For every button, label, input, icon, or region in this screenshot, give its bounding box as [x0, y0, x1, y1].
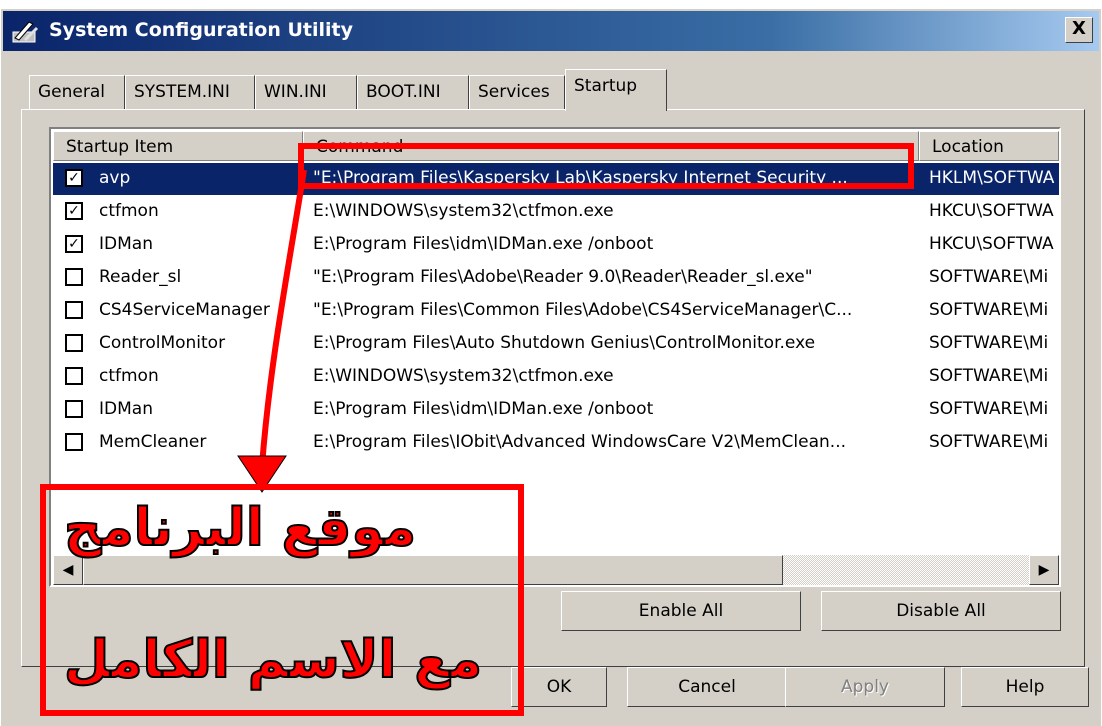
command-highlight-box [298, 143, 914, 189]
startup-item-name: ControlMonitor [99, 333, 226, 353]
location-text: SOFTWARE\Mi [929, 432, 1049, 452]
startup-item-name: avp [99, 168, 131, 188]
tab-system-ini[interactable]: SYSTEM.INI [125, 75, 255, 109]
title-bar[interactable]: System Configuration Utility X [3, 11, 1099, 51]
command-text: E:\Program Files\idm\IDMan.exe /onboot [313, 234, 654, 254]
checkbox[interactable] [65, 301, 83, 319]
apply-button[interactable]: Apply [785, 667, 945, 707]
location-text: SOFTWARE\Mi [929, 399, 1049, 419]
window-title: System Configuration Utility [49, 19, 353, 41]
checkbox[interactable] [65, 433, 83, 451]
command-text: E:\Program Files\Auto Shutdown Genius\Co… [313, 333, 816, 353]
location-text: HKCU\SOFTWA [929, 234, 1054, 254]
command-text: E:\WINDOWS\system32\ctfmon.exe [313, 366, 614, 386]
command-text: E:\Program Files\IObit\Advanced WindowsC… [313, 432, 847, 452]
table-row[interactable]: CS4ServiceManager "E:\Program Files\Commo… [53, 295, 1059, 327]
command-text: E:\WINDOWS\system32\ctfmon.exe [313, 201, 614, 221]
checkbox[interactable] [65, 367, 83, 385]
ok-button[interactable]: OK [511, 667, 607, 707]
checkbox[interactable] [65, 268, 83, 286]
checkbox[interactable] [65, 334, 83, 352]
msconfig-icon [12, 21, 39, 43]
table-row[interactable]: ctfmon E:\WINDOWS\system32\ctfmon.exe SOFT… [53, 361, 1059, 393]
table-row[interactable]: Reader_sl "E:\Program Files\Adobe\Reader … [53, 262, 1059, 294]
enable-all-button[interactable]: Enable All [561, 591, 801, 631]
location-text: SOFTWARE\Mi [929, 366, 1049, 386]
cancel-button[interactable]: Cancel [627, 667, 787, 707]
table-row[interactable]: ✓ ctfmon E:\WINDOWS\system32\ctfmon.exe HKC… [53, 196, 1059, 228]
tab-boot-ini[interactable]: BOOT.INI [357, 75, 469, 109]
table-row[interactable]: MemCleaner E:\Program Files\IObit\Advance… [53, 427, 1059, 459]
location-text: SOFTWARE\Mi [929, 333, 1049, 353]
close-button[interactable]: X [1065, 17, 1093, 43]
startup-item-name: IDMan [99, 234, 153, 254]
startup-item-name: MemCleaner [99, 432, 207, 452]
location-text: HKLM\SOFTWA [929, 168, 1055, 188]
column-header-startup-item[interactable]: Startup Item [53, 131, 303, 161]
location-text: HKCU\SOFTWA [929, 201, 1054, 221]
tab-general[interactable]: General [29, 75, 125, 109]
checkbox[interactable] [65, 400, 83, 418]
tab-win-ini[interactable]: WIN.INI [255, 75, 357, 109]
startup-item-name: ctfmon [99, 201, 159, 221]
command-text: "E:\Program Files\Adobe\Reader 9.0\Reade… [313, 267, 813, 287]
checkbox[interactable]: ✓ [65, 235, 83, 253]
column-header-location[interactable]: Location [919, 131, 1059, 161]
tab-startup[interactable]: Startup [565, 69, 667, 111]
location-text: SOFTWARE\Mi [929, 300, 1049, 320]
disable-all-button[interactable]: Disable All [821, 591, 1061, 631]
startup-item-name: CS4ServiceManager [99, 300, 270, 320]
command-text: E:\Program Files\idm\IDMan.exe /onboot [313, 399, 654, 419]
table-row[interactable]: ✓ IDMan E:\Program Files\idm\IDMan.exe /on… [53, 229, 1059, 261]
tab-services[interactable]: Services [469, 75, 565, 109]
scroll-right-arrow-icon[interactable]: ▶ [1029, 555, 1059, 585]
table-row[interactable]: IDMan E:\Program Files\idm\IDMan.exe /onb… [53, 394, 1059, 426]
table-row[interactable]: ControlMonitor E:\Program Files\Auto Shut… [53, 328, 1059, 360]
checkbox[interactable]: ✓ [65, 169, 83, 187]
annotation-line-2: مع الاسم الكامل [63, 629, 483, 691]
startup-item-name: IDMan [99, 399, 153, 419]
location-text: SOFTWARE\Mi [929, 267, 1049, 287]
startup-item-name: Reader_sl [99, 267, 182, 287]
checkbox[interactable]: ✓ [65, 202, 83, 220]
help-button[interactable]: Help [961, 667, 1089, 707]
annotation-line-1: موقع البرنامج [63, 497, 417, 559]
startup-item-name: ctfmon [99, 366, 159, 386]
command-text: "E:\Program Files\Common Files\Adobe\CS4… [313, 300, 853, 320]
